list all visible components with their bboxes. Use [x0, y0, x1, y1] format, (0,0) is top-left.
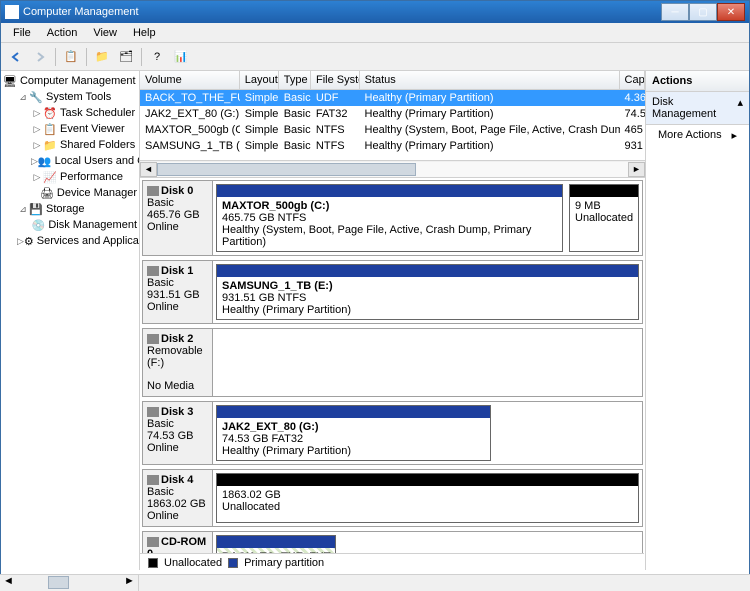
tools-icon: 🔧: [29, 90, 43, 104]
disk-row[interactable]: Disk 4Basic1863.02 GBOnline 1863.02 GBUn…: [142, 469, 643, 527]
app-icon: 🖥: [5, 5, 19, 19]
col-status[interactable]: Status: [360, 71, 620, 89]
disk-icon: [147, 266, 159, 276]
partition[interactable]: JAK2_EXT_80 (G:)74.53 GB FAT32Healthy (P…: [216, 405, 491, 461]
event-icon: 📋: [43, 122, 57, 136]
actions-selection[interactable]: Disk Management▴: [646, 92, 749, 125]
partition-unallocated[interactable]: 9 MBUnallocated: [569, 184, 639, 252]
perf-icon: 📈: [43, 170, 57, 184]
disk-icon: [147, 186, 159, 196]
col-capacity[interactable]: Cap: [620, 71, 645, 89]
col-filesystem[interactable]: File System: [311, 71, 360, 89]
collapse-icon: ▴: [737, 96, 743, 120]
navigation-tree[interactable]: 🖥Computer Management (Local ⊿🔧System Too…: [1, 71, 140, 570]
properties-button[interactable]: 📊: [170, 46, 192, 68]
separator: [86, 48, 87, 66]
separator: [141, 48, 142, 66]
legend: Unallocated Primary partition: [140, 553, 644, 571]
legend-swatch-primary: [228, 558, 238, 568]
disk-graphical-view[interactable]: Disk 0Basic465.76 GBOnline MAXTOR_500gb …: [140, 178, 645, 570]
partition[interactable]: MAXTOR_500gb (C:)465.75 GB NTFSHealthy (…: [216, 184, 563, 252]
volume-hscroll[interactable]: ◄►: [140, 160, 645, 177]
cdrom-icon: [147, 537, 159, 547]
col-volume[interactable]: Volume: [140, 71, 240, 89]
window-title: Computer Management: [23, 6, 139, 18]
tree-root[interactable]: 🖥Computer Management (Local: [3, 73, 137, 89]
refresh-button[interactable]: 📁: [91, 46, 113, 68]
close-button[interactable]: ✕: [717, 3, 745, 21]
tree-system-tools[interactable]: ⊿🔧System Tools: [3, 89, 137, 105]
maximize-button[interactable]: ▢: [689, 3, 717, 21]
export-button[interactable]: 🗂: [115, 46, 137, 68]
computer-icon: 🖥: [3, 74, 17, 88]
tree-shared-folders[interactable]: ▷📁Shared Folders: [3, 137, 137, 153]
tree-task-scheduler[interactable]: ▷⏰Task Scheduler: [3, 105, 137, 121]
disk-icon: 💿: [32, 218, 46, 232]
partition-unallocated[interactable]: 1863.02 GBUnallocated: [216, 473, 639, 523]
volume-row[interactable]: BACK_TO_THE_FUT (D:)SimpleBasicUDFHealth…: [140, 90, 645, 106]
tree-performance[interactable]: ▷📈Performance: [3, 169, 137, 185]
disk-row[interactable]: Disk 3Basic74.53 GBOnline JAK2_EXT_80 (G…: [142, 401, 643, 465]
volume-row[interactable]: MAXTOR_500gb (C:)SimpleBasicNTFSHealthy …: [140, 122, 645, 138]
menu-view[interactable]: View: [85, 25, 125, 41]
menu-help[interactable]: Help: [125, 25, 164, 41]
col-type[interactable]: Type: [279, 71, 311, 89]
disk-icon: [147, 475, 159, 485]
services-icon: ⚙: [24, 234, 34, 248]
actions-more[interactable]: More Actions▸: [646, 125, 749, 146]
storage-icon: 💾: [29, 202, 43, 216]
disk-row[interactable]: Disk 2Removable (F:)No Media: [142, 328, 643, 397]
disk-row[interactable]: Disk 1Basic931.51 GBOnline SAMSUNG_1_TB …: [142, 260, 643, 324]
forward-button[interactable]: [29, 46, 51, 68]
volume-row[interactable]: SAMSUNG_1_TB (E:)SimpleBasicNTFSHealthy …: [140, 138, 645, 154]
clock-icon: ⏰: [43, 106, 57, 120]
volume-row[interactable]: JAK2_EXT_80 (G:)SimpleBasicFAT32Healthy …: [140, 106, 645, 122]
menubar: File Action View Help: [1, 23, 749, 43]
disk-row[interactable]: Disk 0Basic465.76 GBOnline MAXTOR_500gb …: [142, 180, 643, 256]
back-button[interactable]: [5, 46, 27, 68]
minimize-button[interactable]: ─: [661, 3, 689, 21]
tree-storage[interactable]: ⊿💾Storage: [3, 201, 137, 217]
folder-icon: 📁: [43, 138, 57, 152]
tree-event-viewer[interactable]: ▷📋Event Viewer: [3, 121, 137, 137]
menu-action[interactable]: Action: [39, 25, 86, 41]
partition[interactable]: SAMSUNG_1_TB (E:)931.51 GB NTFSHealthy (…: [216, 264, 639, 320]
chevron-right-icon: ▸: [731, 129, 737, 142]
help-button[interactable]: ?: [146, 46, 168, 68]
separator: [55, 48, 56, 66]
disk-icon: [147, 334, 159, 344]
actions-pane: Actions Disk Management▴ More Actions▸: [645, 71, 749, 570]
status-bar: ◄►: [0, 574, 750, 591]
volume-header[interactable]: Volume Layout Type File System Status Ca…: [140, 71, 645, 90]
tree-device-manager[interactable]: 🖨Device Manager: [3, 185, 137, 201]
users-icon: 👥: [38, 154, 52, 168]
tree-disk-management[interactable]: 💿Disk Management: [3, 217, 137, 233]
toolbar: 📋 📁 🗂 ? 📊: [1, 43, 749, 71]
titlebar: 🖥 Computer Management ─ ▢ ✕: [1, 1, 749, 23]
volume-list[interactable]: Volume Layout Type File System Status Ca…: [140, 71, 645, 178]
col-layout[interactable]: Layout: [240, 71, 279, 89]
legend-swatch-unallocated: [148, 558, 158, 568]
menu-file[interactable]: File: [5, 25, 39, 41]
show-console-button[interactable]: 📋: [60, 46, 82, 68]
tree-services[interactable]: ▷⚙Services and Applications: [3, 233, 137, 249]
actions-header: Actions: [646, 71, 749, 92]
disk-icon: [147, 407, 159, 417]
tree-local-users[interactable]: ▷👥Local Users and Groups: [3, 153, 137, 169]
device-icon: 🖨: [40, 186, 54, 200]
